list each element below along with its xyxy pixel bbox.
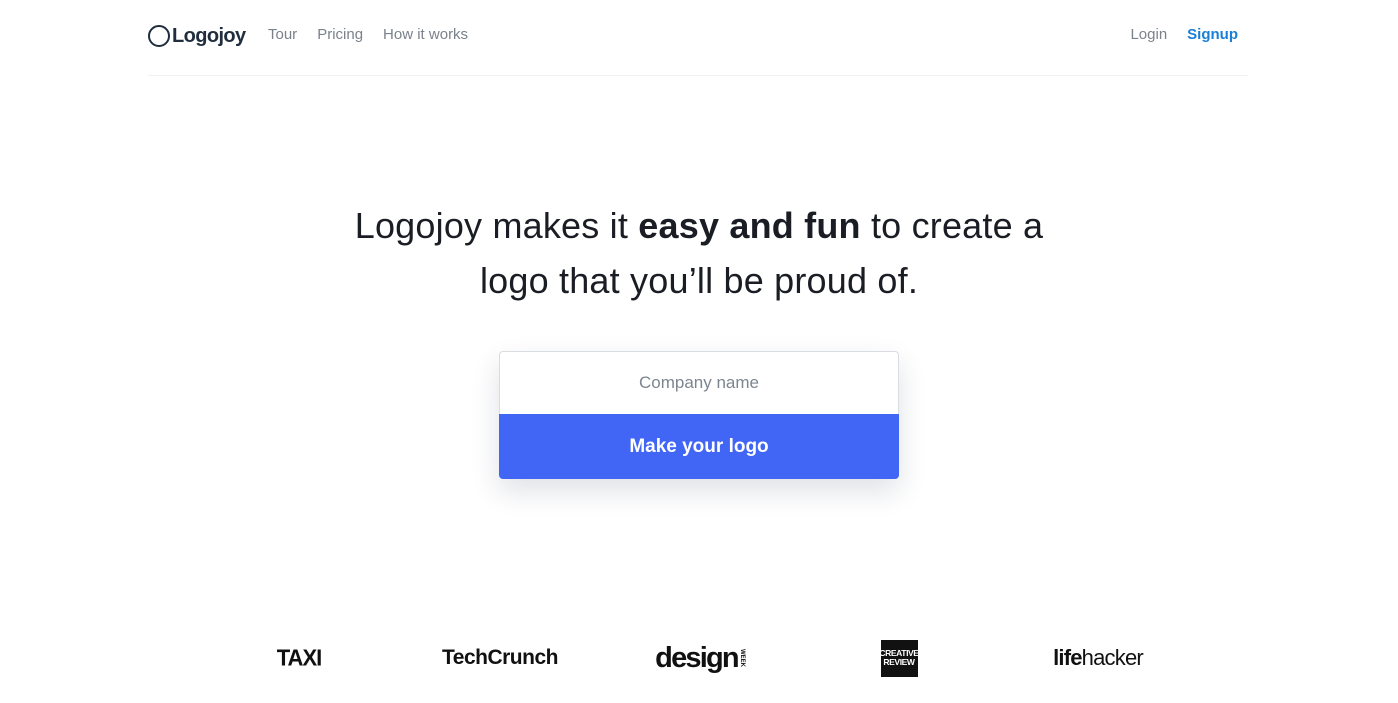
lifehacker-rest: hacker <box>1081 645 1144 670</box>
company-name-input[interactable] <box>499 351 899 414</box>
nav-how-it-works-link[interactable]: How it works <box>383 26 468 43</box>
press-logo-lifehacker: life hacker <box>1050 636 1146 680</box>
press-logo-creative-review: CREATIVE REVIEW <box>879 636 919 680</box>
signup-link[interactable]: Signup <box>1187 26 1238 43</box>
hero-headline: Logojoy makes it easy and fun to create … <box>0 198 1398 308</box>
headline-line2: logo that you’ll be proud of. <box>479 260 919 301</box>
press-logo-taxi: TAXI <box>276 644 322 671</box>
press-logos: TAXI TechCrunch design WEEK CREATIVE REV… <box>0 636 1398 680</box>
creative-review-badge: CREATIVE REVIEW <box>879 639 919 677</box>
main-nav: Tour Pricing How it works <box>268 26 468 43</box>
creative-review-line2: REVIEW <box>883 657 915 667</box>
site-header: Logojoy Tour Pricing How it works Login … <box>148 0 1248 76</box>
brand-logo[interactable]: Logojoy <box>148 22 246 50</box>
design-week-wordmark: design <box>655 641 739 674</box>
login-link[interactable]: Login <box>1130 26 1167 43</box>
press-logo-design-week: design WEEK <box>652 636 748 680</box>
press-logo-techcrunch: TechCrunch <box>442 646 558 669</box>
headline-emphasis: easy and fun <box>638 205 861 246</box>
headline-text-pre: Logojoy makes it <box>354 205 639 246</box>
design-week-side-text: WEEK <box>738 649 745 667</box>
make-your-logo-button[interactable]: Make your logo <box>499 414 899 479</box>
logo-start-form: Make your logo <box>499 351 899 479</box>
nav-tour-link[interactable]: Tour <box>268 26 297 43</box>
headline-line1: Logojoy makes it easy and fun to create … <box>355 205 1044 246</box>
nav-pricing-link[interactable]: Pricing <box>317 26 363 43</box>
account-nav: Login Signup <box>1130 26 1238 43</box>
brand-name: Logojoy <box>172 24 246 47</box>
logo-ring-icon <box>148 25 170 47</box>
headline-text-post: to create a <box>860 205 1044 246</box>
lifehacker-bold: life <box>1053 645 1082 670</box>
